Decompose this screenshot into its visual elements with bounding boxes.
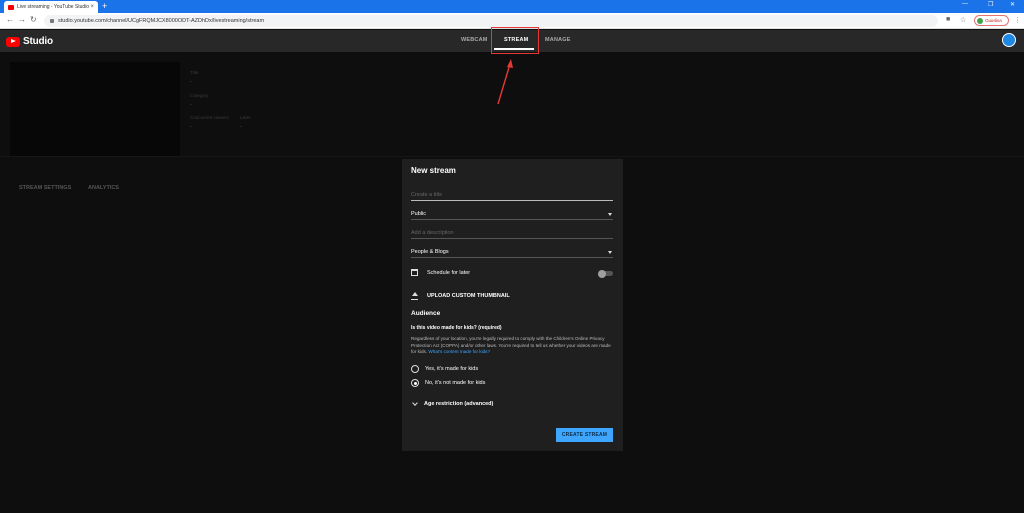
visibility-select[interactable]: Public — [411, 209, 613, 220]
option-no-label: No, it's not made for kids — [425, 380, 486, 386]
kids-info-link[interactable]: What's content made for kids? — [428, 349, 490, 354]
new-stream-dialog: New stream Create a title Public Add a d… — [402, 159, 623, 451]
dropdown-caret-icon — [608, 250, 612, 254]
age-restriction-toggle[interactable]: Age restriction (advanced) — [411, 400, 494, 407]
option-yes-radio[interactable]: Yes, it's made for kids — [411, 365, 478, 373]
kids-description: Regardless of your location, you're lega… — [411, 336, 615, 356]
visibility-value: Public — [411, 211, 426, 217]
schedule-toggle[interactable] — [598, 269, 613, 278]
schedule-row: Schedule for later — [411, 269, 470, 276]
audience-heading: Audience — [411, 310, 441, 317]
radio-checked-icon — [411, 379, 419, 387]
upload-thumbnail-button[interactable]: UPLOAD CUSTOM THUMBNAIL — [411, 292, 510, 300]
upload-thumbnail-label: UPLOAD CUSTOM THUMBNAIL — [427, 293, 510, 299]
description-input[interactable]: Add a description — [411, 228, 613, 239]
title-input[interactable]: Create a title — [411, 190, 613, 201]
chevron-down-icon — [412, 400, 418, 406]
calendar-icon — [411, 269, 418, 276]
radio-unchecked-icon — [411, 365, 419, 373]
category-select[interactable]: People & Blogs — [411, 247, 613, 258]
upload-icon — [411, 292, 418, 300]
kids-question: Is this video made for kids? (required) — [411, 325, 502, 331]
option-no-radio[interactable]: No, it's not made for kids — [411, 379, 485, 387]
toggle-knob — [598, 269, 606, 278]
description-placeholder: Add a description — [411, 230, 454, 236]
category-value: People & Blogs — [411, 249, 449, 255]
option-yes-label: Yes, it's made for kids — [425, 366, 479, 372]
create-stream-button[interactable]: CREATE STREAM — [556, 428, 613, 442]
dropdown-caret-icon — [608, 212, 612, 216]
schedule-label: Schedule for later — [427, 269, 471, 276]
dialog-title: New stream — [411, 166, 456, 175]
age-restriction-label: Age restriction (advanced) — [424, 401, 494, 407]
title-placeholder: Create a title — [411, 192, 443, 198]
